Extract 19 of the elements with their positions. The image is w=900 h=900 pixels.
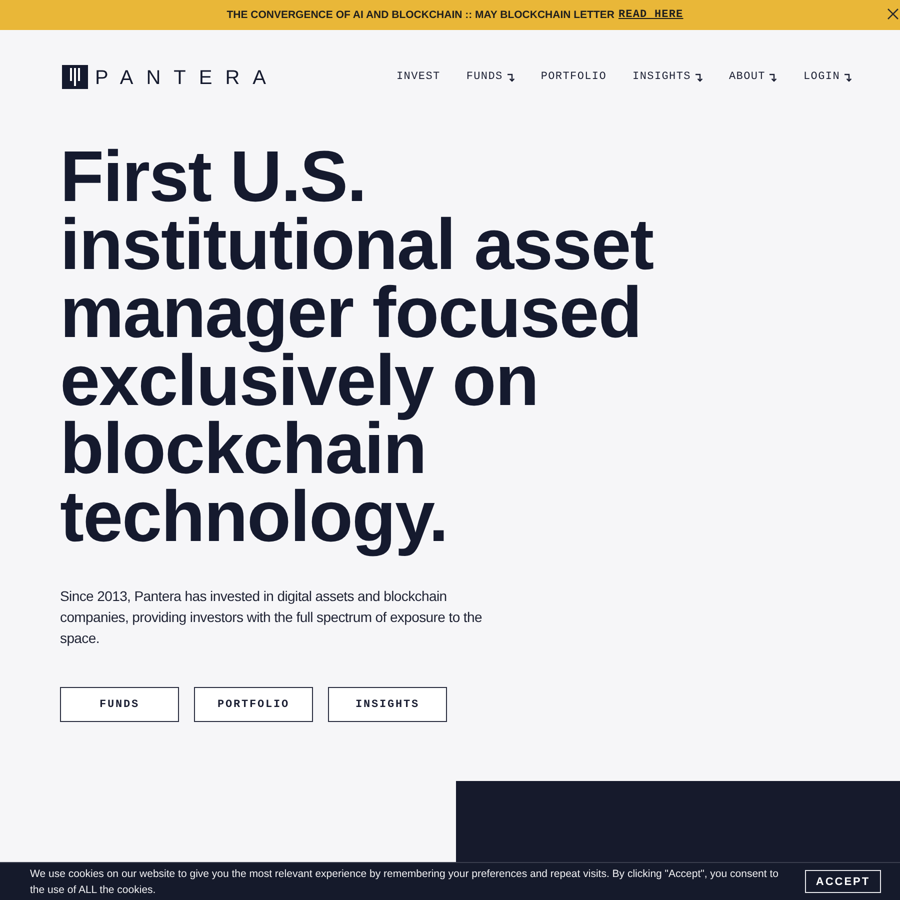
outline-button[interactable]: FUNDS [60,687,179,722]
nav-link[interactable]: ABOUT [728,70,778,84]
accept-button[interactable]: ACCEPT [805,870,881,893]
intro-text: Since 2013, Pantera has invested in digital assets and blockchain companies, providing investors with the full spectrum of exposure to the space. [60,587,483,648]
nav-link[interactable]: INSIGHTS [632,70,703,84]
outline-button[interactable]: INSIGHTS [328,687,447,722]
nav-link[interactable]: PORTFOLIO [540,70,607,84]
logo-text: PANTERA [95,68,279,88]
nav-link[interactable]: INVEST [396,70,440,84]
close-button[interactable] [887,8,900,21]
announcement-text: THE CONVERGENCE OF AI AND BLOCKCHAIN :: MAY BLOCKCHAIN LETTER [226,9,614,21]
logo-icon [62,65,88,89]
close-icon [887,8,899,20]
cookie-text: We use cookies on our website to give you the most relevant experience by remembering your preferences and repeat visits. By clicking "Accept", you consent to the use of ALL the cookies. [30,866,780,898]
nav-link[interactable]: FUNDS [466,70,515,84]
nav-link[interactable]: LOGIN [803,70,852,84]
headline: First U.S. institutional asset manager focused exclusively on blockchain technology. [60,143,654,559]
outline-button[interactable]: PORTFOLIO [194,687,313,722]
read-here-link[interactable]: READ HERE [618,9,684,21]
